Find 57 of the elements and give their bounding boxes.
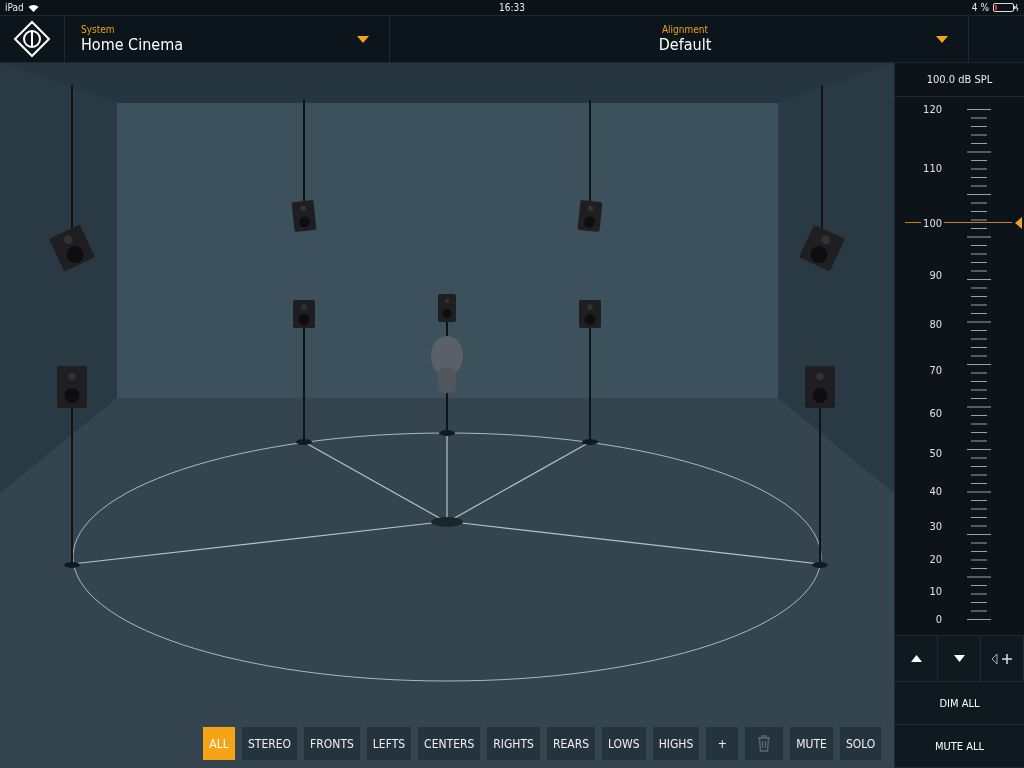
stand-base [812,562,828,568]
scale-label: 110 [921,161,944,175]
level-meter[interactable]: 120 110 100 90 80 70 60 50 40 30 20 10 0 [895,96,1024,636]
caret-icon [357,35,369,43]
trash-icon [757,735,772,752]
scale-label: 70 [927,363,944,377]
battery-percent: 4 % [971,2,989,13]
stand-base [296,439,312,445]
marker-plus-icon [991,652,1013,665]
head-drawing [431,336,463,393]
filter-button[interactable]: SOLO [839,727,882,760]
center-base [431,517,463,527]
scale-label: 10 [927,584,944,598]
down-triangle-icon [953,655,965,663]
system-dropdown[interactable]: System Home Cinema [65,16,390,62]
level-pointer[interactable] [1015,217,1022,230]
filter-button[interactable]: STEREO [242,727,298,760]
speaker-icon[interactable] [57,366,87,408]
filter-button[interactable]: LOWS [602,727,646,760]
battery-icon [993,3,1019,12]
filter-button[interactable]: HIGHS [652,727,700,760]
speaker-icon[interactable] [577,199,603,233]
filter-button[interactable]: CENTERS [418,727,481,760]
scale-label: 90 [927,268,944,282]
speaker-icon[interactable] [579,300,601,328]
device-name: iPad [5,2,24,13]
speaker-icon[interactable] [438,294,456,322]
panel-button[interactable]: DIM ALL [895,682,1024,726]
filter-button[interactable]: LEFTS [366,727,412,760]
scale-label: 0 [933,612,944,626]
logo-icon [13,20,51,58]
caret-icon [936,35,948,43]
speaker-icon[interactable] [291,199,317,233]
filter-button[interactable]: FRONTS [304,727,360,760]
scale-label: 30 [927,519,944,533]
stand-base [64,562,80,568]
spl-reading: 100.0 dB SPL [895,63,1024,97]
scale-label: 100 [921,216,944,230]
scale-label: 60 [927,406,944,420]
stand-base [582,439,598,445]
scale-label: 120 [921,102,944,116]
clock-time: 16:33 [499,2,525,13]
up-triangle-icon [910,655,922,663]
panel-button[interactable]: MUTE ALL [895,725,1024,768]
filter-button[interactable]: RIGHTS [487,727,540,760]
wifi-icon [27,3,39,12]
filter-button[interactable]: MUTE [790,727,833,760]
stand-base [439,430,455,436]
alignment-dropdown[interactable]: Alignment Default [390,16,969,62]
speaker-icon[interactable] [805,366,835,408]
scale-label: 40 [927,484,944,498]
filter-button[interactable]: REARS [546,727,595,760]
speaker-icon[interactable] [293,300,315,328]
scale-label: 50 [927,446,944,460]
scale-label: 20 [927,552,944,566]
filter-button[interactable]: + [706,727,739,760]
scale-label: 80 [927,317,944,331]
